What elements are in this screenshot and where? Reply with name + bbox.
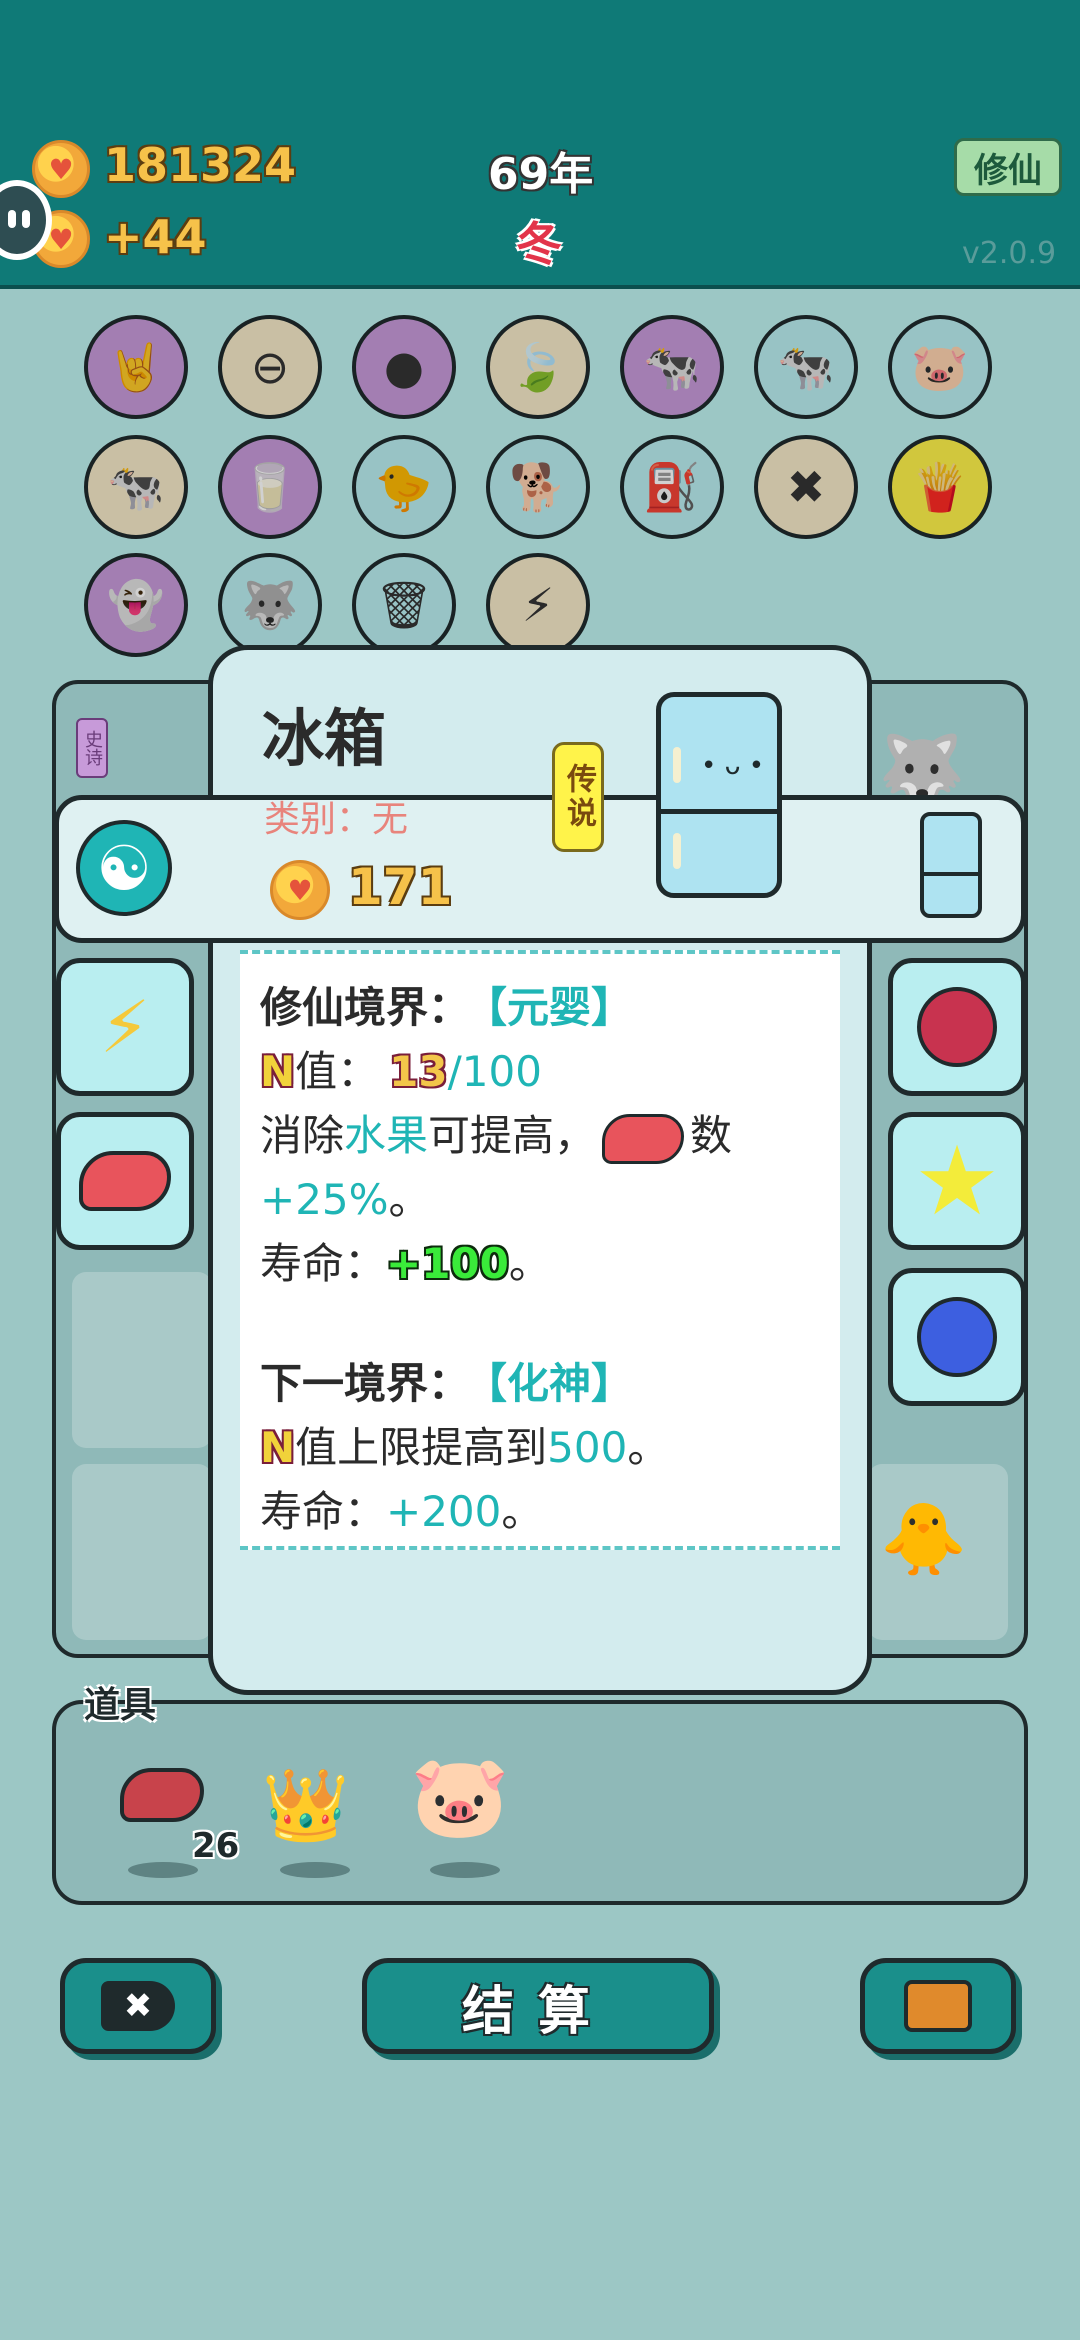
crown-icon[interactable]: 👑 xyxy=(262,1764,349,1847)
lightning-button[interactable]: ⚡ xyxy=(56,958,194,1096)
percent-bonus: +25% xyxy=(260,1175,389,1224)
lightning-icon[interactable]: ⚡ xyxy=(486,553,590,657)
epic-tag: 史诗 xyxy=(76,718,108,778)
yin-yang-icon[interactable]: ☯ xyxy=(76,820,172,916)
count-suffix: 数 xyxy=(690,1111,733,1160)
chick-egg-icon[interactable]: 🐤 xyxy=(352,435,456,539)
season-label: 冬 xyxy=(516,217,562,271)
popup-side-panel xyxy=(54,795,1026,943)
eliminate-fruit: 水果 xyxy=(344,1111,429,1160)
settle-label: 结算 xyxy=(461,1981,614,2042)
n-current: 13 xyxy=(389,1047,448,1096)
next-realm-value: 【化神】 xyxy=(486,1359,634,1408)
period: 。 xyxy=(508,1239,551,1288)
leaf-icon[interactable]: 🍃 xyxy=(486,315,590,419)
shadow xyxy=(280,1862,350,1878)
fridge-icon[interactable] xyxy=(920,812,982,918)
cool-dog-icon[interactable]: 🐕 xyxy=(486,435,590,539)
item-name: 冰箱 xyxy=(262,702,387,775)
liver-icon xyxy=(602,1113,685,1164)
fries-icon[interactable]: 🍟 xyxy=(888,435,992,539)
life-label: 寿命： xyxy=(260,1239,387,1288)
income-rate: +44 xyxy=(104,210,207,264)
blueberry-button[interactable] xyxy=(888,1268,1026,1406)
pump-icon[interactable]: ⛽ xyxy=(620,435,724,539)
realm-value: 【元婴】 xyxy=(486,983,634,1032)
liver-count: 26 xyxy=(192,1826,240,1866)
blueberry-icon xyxy=(917,1297,997,1377)
life-value: +100 xyxy=(386,1239,509,1288)
period: 。 xyxy=(388,1175,431,1224)
lychee-icon xyxy=(917,987,997,1067)
star-button[interactable]: ★ xyxy=(888,1112,1026,1250)
description-box: 修仙境界： 【元婴】 N值： 13/100 消除水果可提高，数 +25%。 寿命：+… xyxy=(240,950,840,1550)
eyepatch-icon[interactable]: ● xyxy=(352,315,456,419)
delete-tag-icon: ✖ xyxy=(101,1981,175,2031)
delete-button[interactable]: ✖ xyxy=(60,1958,216,2054)
n-value-label: 值： xyxy=(295,1047,380,1096)
next-n-text: 值上限提高到 xyxy=(295,1423,548,1472)
star-icon: ★ xyxy=(913,1125,1001,1237)
rarity-tag: 传说 xyxy=(552,742,604,852)
bag-button[interactable] xyxy=(860,1958,1016,2054)
item-category: 类别：无 xyxy=(264,799,409,840)
traffic-ghost-icon[interactable]: 👻 xyxy=(84,553,188,657)
eliminate-prefix: 消除 xyxy=(260,1111,345,1160)
piggy-bank-icon[interactable]: 🐷 xyxy=(410,1750,510,1844)
shadow xyxy=(128,1862,198,1878)
coin-icon: ♥ xyxy=(270,860,330,920)
fridge-icon: • ᴗ • xyxy=(656,692,782,898)
shadow xyxy=(430,1862,500,1878)
settle-button[interactable]: 结算 xyxy=(362,1958,714,2054)
no-entry-icon[interactable]: ⊖ xyxy=(218,315,322,419)
trash-bag-icon[interactable]: 🗑 xyxy=(352,553,456,657)
cow-pair-icon[interactable]: 🐄 xyxy=(84,435,188,539)
n-letter: N xyxy=(260,1047,296,1096)
period: 。 xyxy=(627,1423,670,1472)
period: 。 xyxy=(501,1487,544,1536)
cultivate-button[interactable]: 修仙 xyxy=(954,138,1062,196)
milk-jar-icon[interactable]: 🥛 xyxy=(218,435,322,539)
piggy-bank-icon[interactable]: 🐷 xyxy=(888,315,992,419)
cow-pair-icon[interactable]: 🐄 xyxy=(754,315,858,419)
liver-icon[interactable] xyxy=(120,1768,204,1822)
liver-button[interactable] xyxy=(56,1112,194,1250)
husky-icon[interactable]: 🐺 xyxy=(218,553,322,657)
coin-icon: ♥ xyxy=(32,140,90,198)
board-slot xyxy=(72,1464,212,1640)
year-label: 69年 xyxy=(488,149,594,200)
lightning-icon: ⚡ xyxy=(99,985,151,1069)
props-label: 道具 xyxy=(84,1685,157,1726)
eliminate-suffix: 可提高， xyxy=(428,1111,597,1160)
next-realm-label: 下一境界： xyxy=(260,1359,471,1408)
next-n-value: 500 xyxy=(547,1423,628,1472)
chick-icon: 🐥 xyxy=(880,1498,968,1580)
rock-hand-icon[interactable]: 🤘 xyxy=(84,315,188,419)
next-life-value: +200 xyxy=(386,1487,502,1536)
delete-tag-icon[interactable]: ✖ xyxy=(754,435,858,539)
briefcase-icon xyxy=(904,1980,972,2032)
n-max: /100 xyxy=(447,1047,542,1096)
cow-pair-icon[interactable]: 🐄 xyxy=(620,315,724,419)
life-label: 寿命： xyxy=(260,1487,387,1536)
board-slot xyxy=(72,1272,212,1448)
item-price: 171 xyxy=(348,858,453,916)
version-label: v2.0.9 xyxy=(962,236,1057,271)
coin-count: 181324 xyxy=(104,138,297,192)
realm-label: 修仙境界： xyxy=(260,983,471,1032)
n-letter: N xyxy=(260,1423,296,1472)
liver-icon xyxy=(79,1151,171,1211)
lychee-button[interactable] xyxy=(888,958,1026,1096)
